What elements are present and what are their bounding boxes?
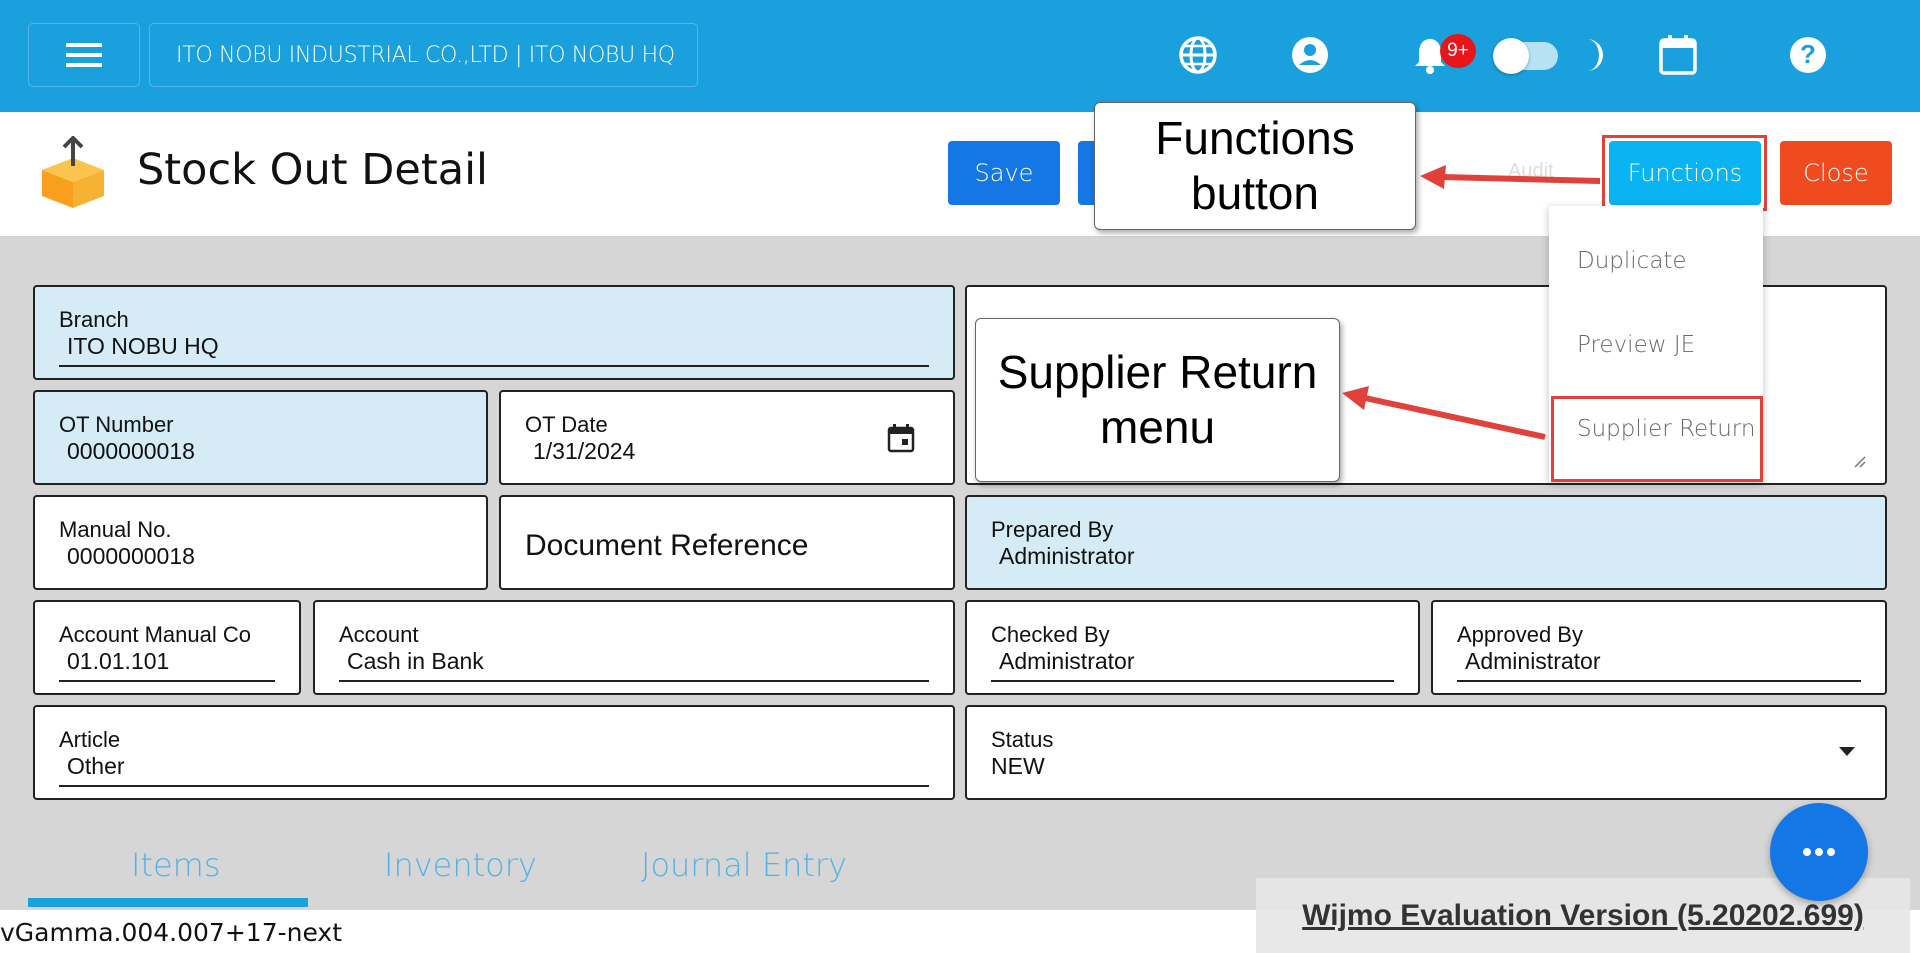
account-value: Cash in Bank: [347, 648, 484, 674]
page-title: Stock Out Detail: [137, 145, 488, 195]
functions-callout: Functions button: [1094, 102, 1416, 230]
chevron-down-icon: [1839, 747, 1855, 756]
underline: [1457, 680, 1861, 682]
resize-handle-icon[interactable]: [1853, 455, 1867, 474]
menu-item-preview-je[interactable]: Preview JE: [1577, 332, 1695, 358]
svg-text:?: ?: [1800, 39, 1816, 69]
version-text: vGamma.004.007+17-next: [0, 918, 343, 947]
document-reference-placeholder: Document Reference: [525, 529, 809, 562]
ot-date-field[interactable]: OT Date 1/31/2024: [499, 390, 955, 485]
underline: [991, 680, 1394, 682]
underline: [339, 680, 929, 682]
checked-by-field[interactable]: Checked By Administrator: [965, 600, 1420, 695]
account-manual-code-field[interactable]: Account Manual Co 01.01.101: [33, 600, 301, 695]
account-field[interactable]: Account Cash in Bank: [313, 600, 955, 695]
status-label: Status: [991, 727, 1054, 752]
ot-number-label: OT Number: [59, 412, 174, 437]
underline: [59, 680, 275, 682]
functions-highlight-box: [1602, 135, 1767, 211]
supplier-return-highlight-box: [1551, 396, 1763, 482]
save-button[interactable]: Save: [948, 141, 1060, 205]
globe-icon[interactable]: [1178, 35, 1218, 75]
ot-date-label: OT Date: [525, 412, 608, 437]
calendar-icon[interactable]: [1658, 35, 1698, 75]
supplier-return-callout: Supplier Return menu: [975, 318, 1340, 482]
stock-out-box-icon: [38, 135, 108, 213]
approved-by-label: Approved By: [1457, 622, 1583, 647]
account-manual-code-label: Account Manual Co: [59, 622, 251, 647]
approved-by-value: Administrator: [1465, 648, 1601, 674]
status-select[interactable]: Status NEW: [965, 705, 1887, 800]
help-icon[interactable]: ?: [1788, 35, 1828, 75]
active-tab-indicator: [28, 898, 308, 907]
toggle-knob: [1493, 38, 1529, 74]
checked-by-label: Checked By: [991, 622, 1110, 647]
menu-icon: [66, 43, 102, 67]
ot-number-value: 0000000018: [67, 438, 195, 464]
more-horizontal-icon: [1803, 848, 1835, 856]
manual-no-field[interactable]: Manual No. 0000000018: [33, 495, 488, 590]
account-icon[interactable]: [1290, 35, 1330, 75]
more-actions-fab[interactable]: [1770, 803, 1868, 901]
dark-mode-toggle[interactable]: [1493, 38, 1558, 74]
document-reference-field[interactable]: Document Reference: [499, 495, 955, 590]
branch-label: Branch: [59, 307, 129, 332]
menu-button[interactable]: [28, 23, 140, 87]
tab-items[interactable]: Items: [131, 846, 221, 884]
top-bar: ITO NOBU INDUSTRIAL CO.,LTD | ITO NOBU H…: [0, 0, 1920, 112]
prepared-by-field[interactable]: Prepared By Administrator: [965, 495, 1887, 590]
prepared-by-label: Prepared By: [991, 517, 1114, 542]
account-manual-code-value: 01.01.101: [67, 648, 170, 674]
company-selector[interactable]: ITO NOBU INDUSTRIAL CO.,LTD | ITO NOBU H…: [149, 23, 698, 87]
article-value: Other: [67, 753, 125, 779]
account-label: Account: [339, 622, 419, 647]
ot-date-value: 1/31/2024: [533, 438, 636, 464]
notification-badge: 9+: [1440, 34, 1476, 68]
audit-button[interactable]: Audit: [1508, 160, 1554, 183]
underline: [59, 365, 929, 367]
branch-value: ITO NOBU HQ: [67, 333, 219, 359]
article-label: Article: [59, 727, 121, 752]
moon-icon: [1574, 35, 1614, 75]
manual-no-label: Manual No.: [59, 517, 172, 542]
status-value: NEW: [991, 753, 1045, 779]
manual-no-value: 0000000018: [67, 543, 195, 569]
close-button[interactable]: Close: [1780, 141, 1892, 205]
article-field[interactable]: Article Other: [33, 705, 955, 800]
menu-item-duplicate[interactable]: Duplicate: [1577, 248, 1687, 274]
approved-by-field[interactable]: Approved By Administrator: [1431, 600, 1887, 695]
date-picker-icon[interactable]: [887, 423, 915, 458]
tab-inventory[interactable]: Inventory: [384, 846, 537, 884]
prepared-by-value: Administrator: [999, 543, 1135, 569]
branch-field[interactable]: Branch ITO NOBU HQ: [33, 285, 955, 380]
underline: [59, 785, 929, 787]
ot-number-field[interactable]: OT Number 0000000018: [33, 390, 488, 485]
tab-journal-entry[interactable]: Journal Entry: [641, 846, 847, 884]
checked-by-value: Administrator: [999, 648, 1135, 674]
